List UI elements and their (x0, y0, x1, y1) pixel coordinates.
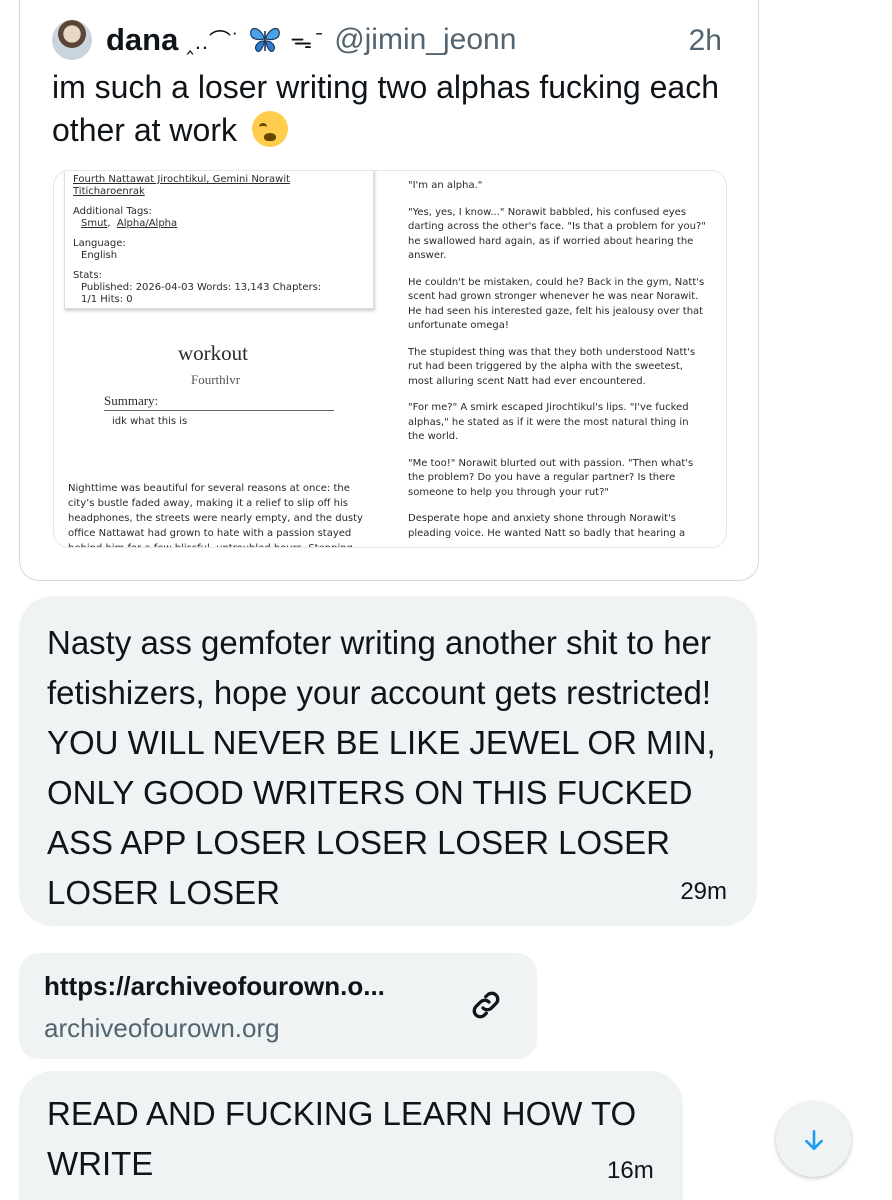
message-timestamp: 29m (680, 878, 727, 905)
tag-smut: Smut (81, 218, 108, 229)
avatar[interactable] (52, 20, 92, 60)
stats-line-2: 1/1 Hits: 0 (81, 294, 133, 305)
tag-alpha-alpha: Alpha/Alpha (116, 218, 178, 229)
message-bubble[interactable]: READ AND FUCKING LEARN HOW TO WRITE 16m (19, 1071, 683, 1200)
loudly-crying-face-icon (251, 111, 288, 147)
scroll-to-bottom-button[interactable] (776, 1102, 851, 1177)
story-text-left: Nighttime was beautiful for several reas… (68, 483, 363, 547)
story-paragraph: "I'm an alpha." (408, 180, 483, 191)
quoted-tweet-card[interactable]: dana ‸..⌒˙ ᯓ ̄ @jimin_jeonn 2h im such a… (19, 0, 759, 581)
link-domain: archiveofourown.org (44, 1013, 280, 1043)
message-text: READ AND FUCKING LEARN HOW TO WRITE (47, 1095, 637, 1182)
name-decoration: ‸..⌒˙ (186, 29, 241, 54)
story-paragraph: "Me too!" Norawit blurted out with passi… (408, 457, 694, 498)
quoted-tweet-header: dana ‸..⌒˙ ᯓ ̄ @jimin_jeonn (52, 18, 516, 62)
link-icon[interactable] (468, 987, 504, 1023)
author-handle[interactable]: @jimin_jeonn (334, 23, 516, 57)
author-name[interactable]: dana (106, 22, 178, 58)
language-label: Language: (73, 238, 126, 249)
tweet-timestamp[interactable]: 2h (689, 24, 722, 58)
story-text-right: "I'm an alpha." "Yes, yes, I know..." No… (408, 179, 708, 547)
link-preview-card[interactable]: https://archiveofourown.o... archiveofou… (19, 953, 537, 1059)
name-decoration-2: ᯓ ̄ (290, 28, 321, 53)
work-author: Fourthlvr (191, 372, 241, 387)
story-paragraph: "Yes, yes, I know..." Norawit babbled, h… (408, 206, 706, 262)
language-value: English (81, 250, 118, 261)
summary-text: idk what this is (112, 416, 188, 427)
story-paragraph: Desperate hope and anxiety shone through… (408, 513, 686, 539)
stats-line-1: Published: 2026-04-03 Words: 13,143 Chap… (81, 282, 322, 293)
story-paragraph: "For me?" A smirk escaped Jirochtikul's … (408, 402, 689, 442)
summary-label: Summary: (104, 393, 334, 411)
tweet-image[interactable]: Fourth Nattawat Jirochtikul, Gemini Nora… (53, 170, 727, 548)
work-title: workout (178, 341, 248, 365)
relationship-tag-cont: Titicharoenrak (73, 186, 145, 197)
message-timestamp: 16m (607, 1157, 654, 1184)
work-meta-box: Fourth Nattawat Jirochtikul, Gemini Nora… (64, 171, 374, 309)
message-bubble[interactable]: Nasty ass gemfoter writing another shit … (19, 596, 757, 926)
additional-tags-label: Additional Tags: (73, 206, 152, 217)
link-title[interactable]: https://archiveofourown.o... (44, 971, 385, 1002)
message-text: Nasty ass gemfoter writing another shit … (47, 624, 716, 911)
relationship-tag: Fourth Nattawat Jirochtikul, Gemini Nora… (73, 174, 291, 185)
tweet-text-body: im such a loser writing two alphas fucki… (52, 69, 719, 148)
story-paragraph: He couldn't be mistaken, could he? Back … (408, 276, 705, 332)
tweet-text: im such a loser writing two alphas fucki… (52, 66, 732, 152)
arrow-down-icon (804, 1129, 823, 1150)
story-paragraph: The stupidest thing was that they both u… (408, 346, 696, 387)
butterfly-icon (250, 27, 281, 52)
stats-label: Stats: (73, 270, 102, 281)
